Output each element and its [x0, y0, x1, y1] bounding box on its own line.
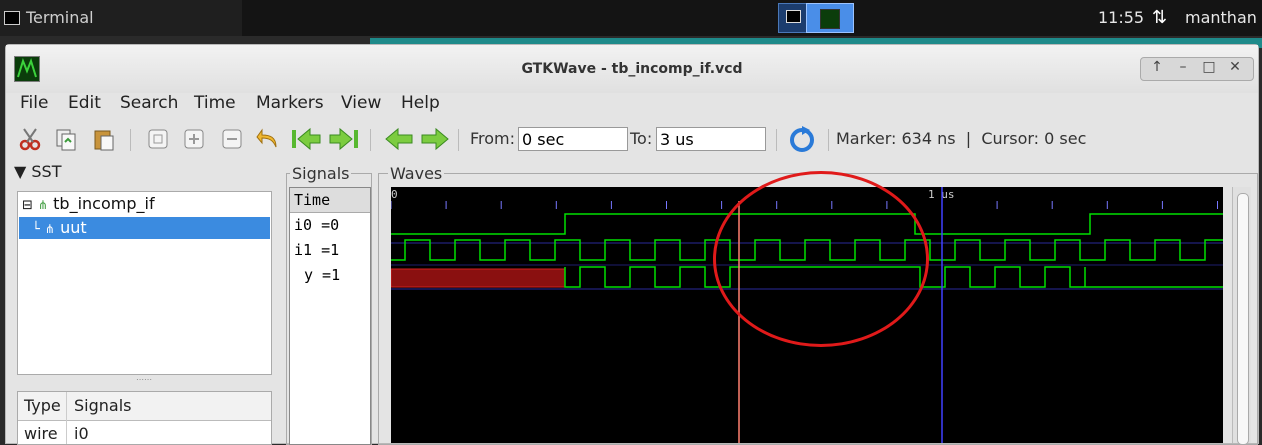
cut-icon[interactable] [18, 127, 42, 151]
sst-tree: ⊟ ⋔ tb_incomp_if └ ⋔ uut [17, 191, 272, 375]
page-right-icon[interactable] [420, 127, 450, 151]
undo-zoom-icon[interactable] [256, 127, 280, 151]
taskbar-terminal-label: Terminal [26, 8, 94, 27]
terminal-icon [786, 10, 801, 23]
close-icon[interactable]: ✕ [1225, 59, 1245, 75]
marker-cursor-status: Marker: 634 ns | Cursor: 0 sec [836, 129, 1087, 148]
separator [130, 129, 131, 151]
to-label: To: [630, 129, 653, 148]
pane-grip[interactable]: ⋯⋯ [136, 375, 152, 384]
waves-title: Waves [388, 164, 445, 183]
clock: 11:55 [1098, 8, 1145, 27]
jump-to-end-icon[interactable] [328, 127, 360, 151]
page-left-icon[interactable] [384, 127, 414, 151]
row-type[interactable]: wire [24, 424, 58, 443]
signals-title: Signals [290, 164, 352, 183]
maximize-icon[interactable]: □ [1199, 59, 1219, 75]
copy-icon[interactable] [54, 127, 78, 151]
to-input[interactable]: 3 us [656, 127, 766, 151]
scrollbar-thumb[interactable] [1237, 193, 1249, 445]
tray-gtkwave-button[interactable] [806, 3, 854, 33]
user-name[interactable]: manthan [1185, 8, 1257, 27]
separator [458, 129, 459, 151]
module-icon: ⋔ [44, 222, 55, 236]
zoom-out-icon[interactable] [220, 127, 244, 151]
tree-item-tb_incomp_if[interactable]: ⊟ ⋔ tb_incomp_if [22, 193, 155, 215]
column-header-signals[interactable]: Signals [74, 396, 131, 415]
ruler-start-label: 0 [391, 188, 398, 201]
separator [370, 129, 371, 151]
zoom-fit-icon[interactable] [146, 127, 170, 151]
gtkwave-icon [820, 9, 840, 29]
shade-icon[interactable]: ↑ [1147, 59, 1167, 75]
jump-to-start-icon[interactable] [290, 127, 322, 151]
signal-time-header[interactable]: Time [290, 188, 370, 213]
column-header-type[interactable]: Type [24, 396, 61, 415]
menu-edit[interactable]: Edit [68, 93, 101, 113]
terminal-icon [4, 11, 20, 25]
y-undefined-segment [391, 268, 566, 288]
menu-markers[interactable]: Markers [256, 93, 324, 113]
tray-terminal-button[interactable] [778, 3, 808, 33]
red-annotation-circle [713, 171, 929, 347]
tree-item-label: tb_incomp_if [53, 194, 155, 213]
row-signal-name[interactable]: i0 [74, 424, 89, 443]
reload-icon[interactable] [788, 125, 816, 153]
column-divider [66, 392, 67, 444]
sst-header[interactable]: ▼ SST [14, 162, 61, 181]
signals-list: Time i0 =0 i1 =1 y =1 [289, 187, 371, 445]
paste-icon[interactable] [92, 127, 116, 151]
title-bar[interactable]: GTKWave - tb_incomp_if.vcd ↑ – □ ✕ [6, 45, 1258, 93]
separator [828, 129, 829, 151]
menu-view[interactable]: View [341, 93, 381, 113]
toolbar: From: 0 sec To: 3 us Marker: 634 ns | Cu… [6, 119, 1258, 159]
signal-i0[interactable]: i0 =0 [290, 213, 370, 238]
minimize-icon[interactable]: – [1173, 59, 1193, 75]
desktop-panel: Terminal 11:55 ⇅ manthan [0, 0, 1262, 36]
module-icon: ⋔ [38, 198, 49, 212]
gtkwave-window: GTKWave - tb_incomp_if.vcd ↑ – □ ✕ File … [5, 44, 1259, 445]
wave-vertical-scrollbar[interactable] [1232, 187, 1251, 445]
taskbar-terminal-item[interactable]: Terminal [0, 0, 242, 36]
signal-y[interactable]: y =1 [290, 263, 370, 288]
menu-file[interactable]: File [20, 93, 48, 113]
signal-i1[interactable]: i1 =1 [290, 238, 370, 263]
menu-bar: File Edit Search Time Markers View Help [6, 93, 1258, 119]
from-input[interactable]: 0 sec [518, 127, 628, 151]
tree-item-label: uut [60, 218, 87, 237]
menu-time[interactable]: Time [194, 93, 236, 113]
tree-item-uut[interactable]: └ ⋔ uut [32, 217, 87, 239]
window-controls: ↑ – □ ✕ [1140, 57, 1254, 81]
window-title: GTKWave - tb_incomp_if.vcd [521, 61, 743, 77]
separator [776, 129, 777, 151]
zoom-in-icon[interactable] [182, 127, 206, 151]
network-icon[interactable]: ⇅ [1152, 7, 1167, 28]
menu-search[interactable]: Search [120, 93, 178, 113]
tree-branch-icon: └ [32, 222, 40, 237]
menu-help[interactable]: Help [401, 93, 440, 113]
sst-signal-table: Type Signals wire i0 [17, 391, 272, 445]
from-label: From: [470, 129, 516, 148]
tree-expander-icon[interactable]: ⊟ [22, 198, 33, 213]
